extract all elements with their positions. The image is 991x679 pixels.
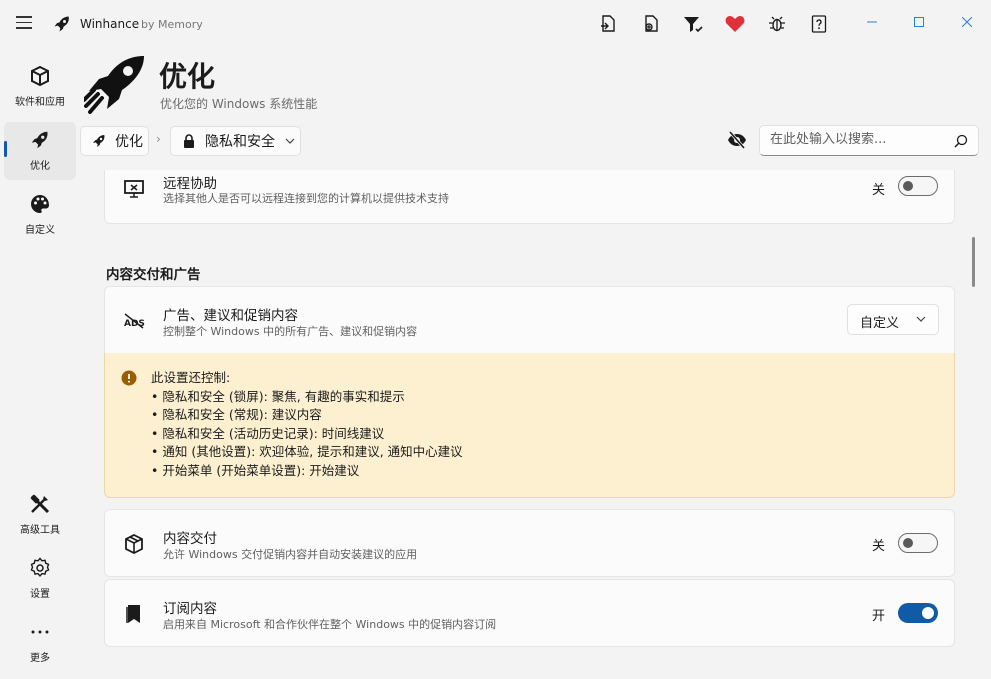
nav-label: 优化 [30, 161, 50, 172]
setting-card-ads: ADS 广告、建议和促销内容 控制整个 Windows 中的所有广告、建议和促销… [104, 286, 955, 354]
dropdown-value: 自定义 [860, 316, 900, 331]
hamburger-menu-icon[interactable] [16, 16, 32, 30]
nav-item-more[interactable]: 更多 [4, 614, 76, 672]
setting-card-remote-assistance: 远程协助 选择其他人是否可以远程连接到您的计算机以提供技术支持 关 [104, 170, 955, 224]
nav-item-settings[interactable]: 设置 [4, 550, 76, 608]
app-author: by Memory [141, 18, 203, 31]
breadcrumb-label: 优化 [115, 134, 143, 150]
rocket-icon [93, 135, 105, 147]
remote-assistance-toggle[interactable] [898, 176, 938, 196]
bug-report-icon[interactable] [765, 12, 789, 36]
settings-content[interactable]: 远程协助 选择其他人是否可以远程连接到您的计算机以提供技术支持 关 内容交付和广… [80, 170, 968, 679]
ads-blocked-icon: ADS [124, 313, 145, 329]
title-bar: Winhance by Memory [0, 0, 991, 48]
palette-icon [31, 195, 49, 213]
close-button[interactable] [944, 0, 990, 44]
breadcrumb-optimize[interactable]: 优化 [80, 126, 149, 156]
nav-label: 软件和应用 [15, 97, 65, 108]
warning-line: • 通知 (其他设置): 欢迎体验, 提示和建议, 通知中心建议 [151, 444, 463, 460]
bookmark-icon [126, 605, 140, 623]
setting-description: 启用来自 Microsoft 和合作伙伴在整个 Windows 中的促销内容订阅 [163, 618, 497, 631]
setting-card-subscribed-content: 订阅内容 启用来自 Microsoft 和合作伙伴在整个 Windows 中的促… [104, 579, 955, 647]
section-header: 内容交付和广告 [106, 267, 201, 283]
lock-icon [184, 134, 194, 148]
search-box[interactable] [759, 125, 979, 156]
more-icon [31, 630, 49, 634]
warning-line: • 隐私和安全 (活动历史记录): 时间线建议 [151, 425, 385, 441]
breadcrumb-chevron-icon: › [156, 132, 161, 146]
nav-label: 设置 [30, 589, 50, 600]
content-delivery-toggle[interactable] [898, 533, 938, 553]
donate-heart-icon[interactable] [723, 12, 747, 36]
page-title: 优化 [159, 60, 216, 93]
warning-icon [121, 370, 137, 386]
app-logo-icon [54, 16, 69, 32]
setting-description: 控制整个 Windows 中的所有广告、建议和促销内容 [163, 325, 418, 338]
help-icon[interactable] [807, 12, 831, 36]
setting-description: 允许 Windows 交付促销内容并自动安装建议的应用 [163, 548, 418, 561]
breadcrumb-privacy-dropdown[interactable]: 隐私和安全 [170, 126, 301, 156]
setting-title: 内容交付 [163, 531, 217, 547]
ads-mode-dropdown[interactable]: 自定义 [847, 304, 939, 335]
gear-icon [30, 557, 50, 577]
page-subtitle: 优化您的 Windows 系统性能 [160, 97, 318, 111]
warning-line: • 隐私和安全 (常规): 建议内容 [151, 407, 322, 423]
remote-desktop-icon [124, 180, 144, 198]
setting-description: 选择其他人是否可以远程连接到您的计算机以提供技术支持 [163, 192, 449, 205]
subscribed-content-toggle[interactable] [898, 603, 938, 623]
warning-line: • 隐私和安全 (锁屏): 聚焦, 有趣的事实和提示 [151, 388, 405, 404]
vertical-scrollbar[interactable] [972, 237, 975, 287]
cube-icon [31, 65, 49, 87]
rocket-icon [31, 131, 48, 149]
setting-title: 订阅内容 [163, 601, 217, 617]
search-icon[interactable] [954, 134, 968, 148]
warning-line: • 开始菜单 (开始菜单设置): 开始建议 [151, 462, 360, 478]
nav-item-optimize[interactable]: 优化 [4, 122, 76, 180]
chevron-down-icon [916, 316, 926, 322]
warning-line: 此设置还控制: [151, 370, 231, 385]
warning-infobar: 此设置还控制: • 隐私和安全 (锁屏): 聚焦, 有趣的事实和提示 • 隐私和… [104, 353, 955, 498]
setting-card-content-delivery: 内容交付 允许 Windows 交付促销内容并自动安装建议的应用 关 [104, 509, 955, 577]
toggle-state-label: 开 [872, 609, 886, 624]
breadcrumb-label: 隐私和安全 [205, 134, 275, 150]
rocket-hero-icon [84, 56, 144, 114]
nav-label: 自定义 [25, 225, 55, 236]
maximize-button[interactable] [896, 0, 942, 44]
toggle-state-label: 关 [872, 183, 886, 198]
app-name: Winhance [80, 17, 140, 31]
hide-items-eye-icon[interactable] [727, 130, 747, 150]
minimize-button[interactable] [849, 0, 895, 44]
filter-icon[interactable] [681, 12, 705, 36]
chevron-down-icon [285, 138, 295, 144]
nav-item-software[interactable]: 软件和应用 [4, 58, 76, 116]
search-input[interactable] [770, 132, 950, 147]
active-nav-indicator [4, 141, 7, 157]
tools-icon [30, 494, 50, 514]
warning-text: 此设置还控制: • 隐私和安全 (锁屏): 聚焦, 有趣的事实和提示 • 隐私和… [151, 369, 463, 481]
nav-label: 高级工具 [20, 525, 60, 536]
setting-title: 广告、建议和促销内容 [163, 308, 298, 324]
nav-item-customize[interactable]: 自定义 [4, 186, 76, 244]
nav-label: 更多 [30, 653, 50, 664]
setting-title: 远程协助 [163, 176, 217, 192]
export-config-icon[interactable] [596, 12, 620, 36]
toggle-state-label: 关 [872, 539, 886, 554]
package-icon [125, 533, 143, 555]
nav-item-advanced-tools[interactable]: 高级工具 [4, 486, 76, 544]
import-config-icon[interactable] [639, 12, 663, 36]
